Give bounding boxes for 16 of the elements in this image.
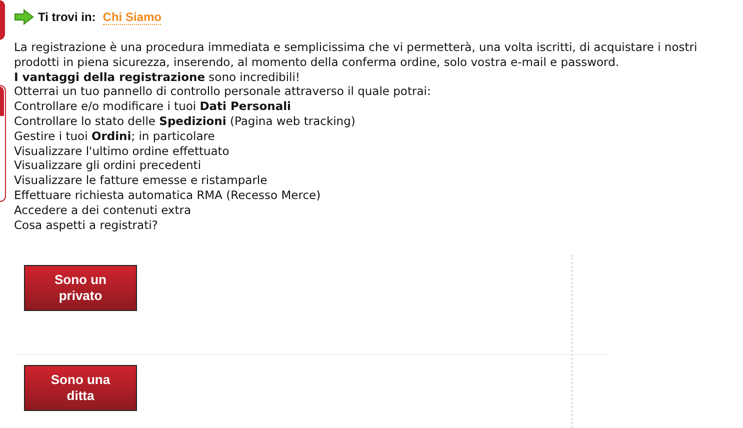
text-line: Accedere a dei contenuti extra (14, 202, 192, 218)
arrow-icon (14, 9, 34, 25)
text-line: Effettuare richiesta automatica RMA (Recesso Merce) (14, 188, 322, 203)
breadcrumb-label: Ti trovi in: (38, 10, 96, 24)
text-line: Visualizzare gli ordini precedenti (14, 158, 202, 174)
text-line: Cosa aspetti a registrati? (14, 218, 159, 232)
text-line: Visualizzare le fatture emesse e ristamparle (14, 173, 268, 188)
text-line: Controllare lo stato delle Spedizioni (Pagina web tracking) (14, 114, 356, 129)
text-line: Visualizzare l'ultimo ordine effettuato (14, 144, 230, 158)
text-line: La registrazione è una procedura immediata e semplicissima che vi permetterà, una volta iscritti, di acquistare i nostri prodotti in piena sicurezza, inserendo, al momento della conferma ordine, solo vostra e-mail e password. (14, 40, 698, 70)
text-line: I vantaggi della registrazione sono incredibili! (14, 70, 302, 84)
text-line: Otterrai un tuo pannello di controllo personale attraverso il quale potrai: (14, 84, 432, 100)
register-button[interactable]: Sono una ditta (24, 365, 137, 412)
text-line: Controllare e/o modificare i tuoi Dati Personali (14, 99, 292, 114)
register-button[interactable]: Sono un privato (24, 265, 137, 312)
text-line: Gestire i tuoi Ordini; in particolare (14, 128, 216, 144)
